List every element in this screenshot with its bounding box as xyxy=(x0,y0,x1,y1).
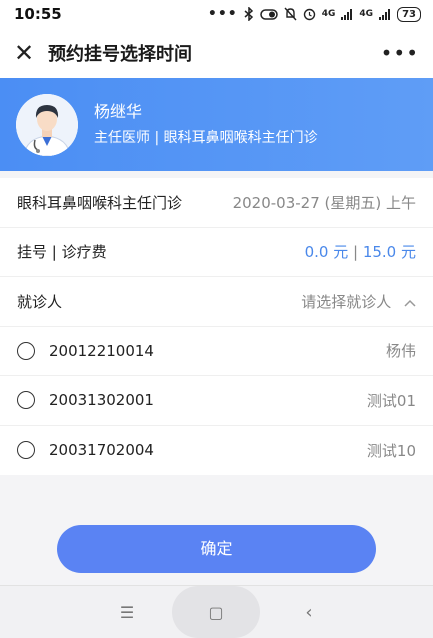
radio-button[interactable] xyxy=(17,341,35,360)
patient-select-row[interactable]: 就诊人 请选择就诊人 xyxy=(0,277,433,327)
patient-name: 杨伟 xyxy=(385,342,416,361)
page-title: 预约挂号选择时间 xyxy=(48,44,192,65)
doctor-info: 杨继华 主任医师 | 眼科耳鼻咽喉科主任门诊 xyxy=(94,101,318,149)
patient-option-left: 20031702004 xyxy=(17,441,154,460)
fee-separator: | xyxy=(348,243,363,262)
doctor-title: 主任医师 | 眼科耳鼻咽喉科主任门诊 xyxy=(94,129,318,146)
fee-label: 挂号 | 诊疗费 xyxy=(17,243,107,262)
appointment-datetime: 2020-03-27 (星期五) 上午 xyxy=(232,193,416,212)
patient-option[interactable]: 20031302001 测试01 xyxy=(0,376,433,426)
signal-icon-2: 4G xyxy=(359,9,374,19)
app-bar: ✕ 预约挂号选择时间 ••• xyxy=(0,28,433,78)
doctor-name: 杨继华 xyxy=(94,101,143,121)
fee-values: 0.0 元 | 15.0 元 xyxy=(305,241,416,262)
home-icon[interactable]: ▢ xyxy=(172,586,260,638)
registration-fee: 0.0 元 xyxy=(304,243,349,262)
fee-row: 挂号 | 诊疗费 0.0 元 | 15.0 元 xyxy=(0,228,433,277)
patient-label: 就诊人 xyxy=(17,292,63,311)
status-icons: ••• 4G 4G 73 xyxy=(208,6,421,22)
mute-bell-icon xyxy=(284,7,297,21)
status-bar: 10:55 ••• 4G 4G 73 xyxy=(0,0,433,28)
back-icon[interactable]: ‹ xyxy=(292,586,326,638)
patient-name: 测试10 xyxy=(366,441,416,460)
patient-option-left: 20031302001 xyxy=(17,391,154,410)
radio-button[interactable] xyxy=(17,391,35,410)
patient-option[interactable]: 20012210014 杨伟 xyxy=(0,327,433,376)
patient-id: 20031702004 xyxy=(49,441,154,460)
patient-id: 20012210014 xyxy=(49,341,154,360)
battery-icon: 73 xyxy=(397,6,421,22)
alarm-icon xyxy=(303,8,315,21)
chevron-up-icon xyxy=(404,299,416,307)
doctor-icon xyxy=(16,93,78,156)
recent-apps-icon[interactable]: ☰ xyxy=(110,586,144,638)
system-nav-bar: ☰ ▢ ‹ xyxy=(0,585,433,638)
doctor-header: 杨继华 主任医师 | 眼科耳鼻咽喉科主任门诊 xyxy=(0,78,433,171)
patient-option[interactable]: 20031702004 测试10 xyxy=(0,426,433,476)
patient-id: 20031302001 xyxy=(49,391,154,410)
status-time: 10:55 xyxy=(14,5,62,23)
clinic-name: 眼科耳鼻咽喉科主任门诊 xyxy=(17,193,183,212)
appointment-card: 眼科耳鼻咽喉科主任门诊 2020-03-27 (星期五) 上午 挂号 | 诊疗费… xyxy=(0,178,433,475)
radio-button[interactable] xyxy=(17,441,35,460)
confirm-button[interactable]: 确定 xyxy=(57,525,376,573)
patient-placeholder: 请选择就诊人 xyxy=(301,292,392,311)
more-menu-icon[interactable]: ••• xyxy=(381,41,419,65)
signal-icon-1: 4G xyxy=(321,9,336,19)
clinic-row: 眼科耳鼻咽喉科主任门诊 2020-03-27 (星期五) 上午 xyxy=(0,178,433,228)
signal-bars-icon-1 xyxy=(341,8,353,20)
signal-bars-icon-2 xyxy=(379,8,391,20)
patient-option-left: 20012210014 xyxy=(17,341,154,360)
patient-selector[interactable]: 请选择就诊人 xyxy=(301,291,416,312)
toggle-icon xyxy=(260,8,278,20)
notification-dots: ••• xyxy=(207,6,238,22)
patient-name: 测试01 xyxy=(366,391,416,410)
treatment-fee: 15.0 元 xyxy=(362,243,416,262)
doctor-avatar xyxy=(16,93,78,156)
bluetooth-icon xyxy=(244,7,253,21)
close-icon[interactable]: ✕ xyxy=(14,39,40,67)
